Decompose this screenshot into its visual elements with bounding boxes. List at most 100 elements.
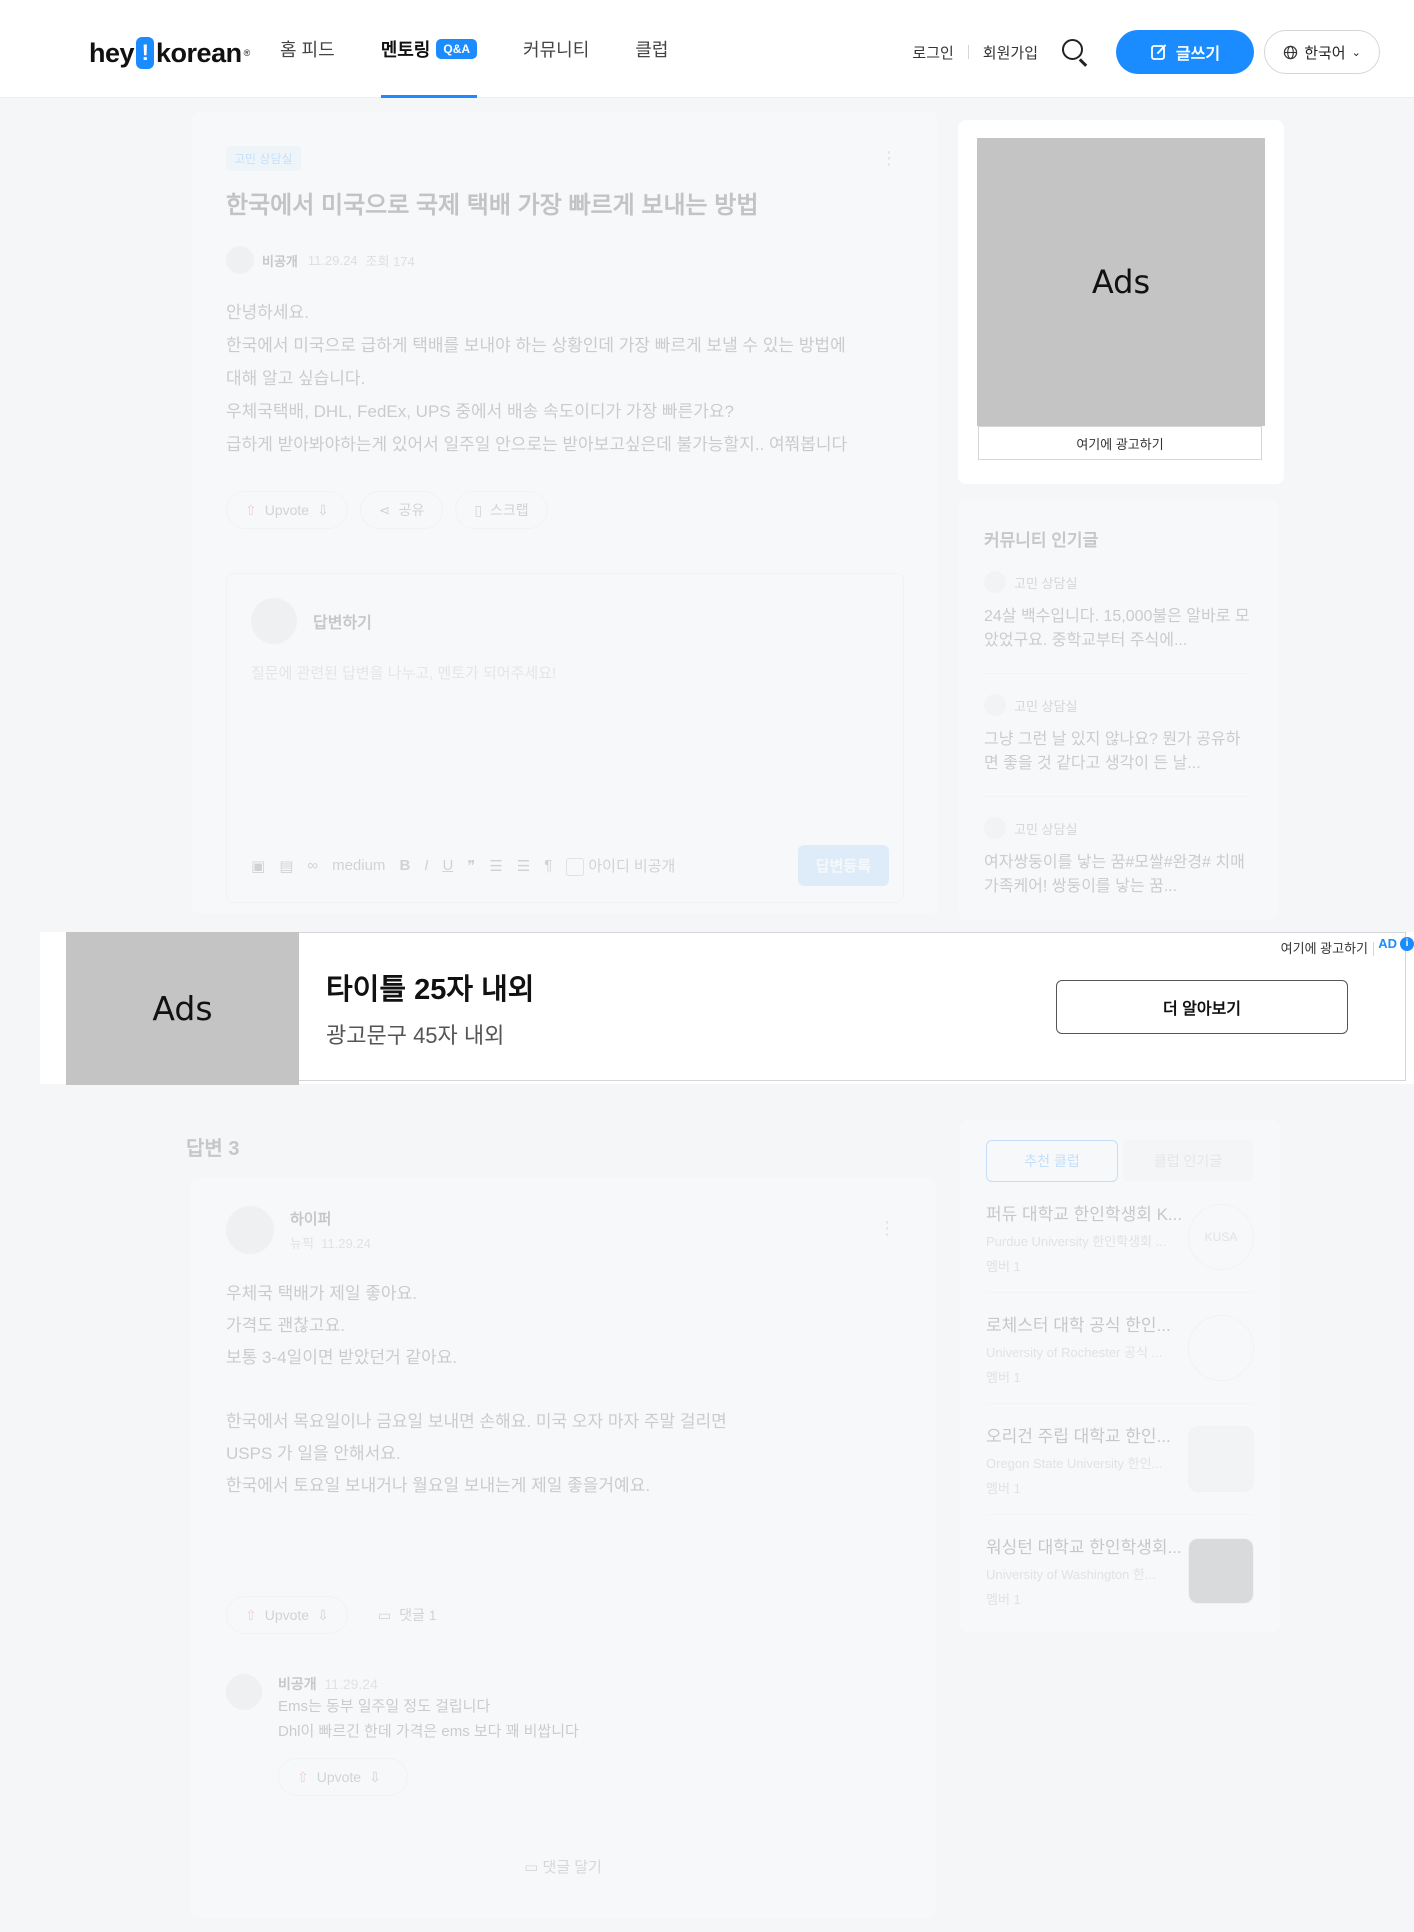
- top-header: hey! korean ® 홈 피드 멘토링 Q&A 커뮤니티 클럽 로그인 회원가입…: [0, 0, 1414, 98]
- tab-recommended-clubs[interactable]: 추천 클럽: [986, 1140, 1119, 1182]
- author-level: 뉴픽: [290, 1236, 314, 1251]
- share-button[interactable]: ⋖ 공유: [359, 491, 444, 529]
- signup-link[interactable]: 회원가입: [983, 42, 1038, 63]
- question-card: 고민 상담실 ⋮ 한국에서 미국으로 국제 택배 가장 빠르게 보내는 방법 비…: [192, 112, 938, 914]
- answer-form-title: 답변하기: [313, 615, 372, 632]
- side-ad-image[interactable]: Ads: [977, 138, 1265, 426]
- banner-advertise-link[interactable]: 여기에 광고하기: [1281, 938, 1368, 957]
- language-select[interactable]: 한국어 ⌄: [1264, 30, 1380, 74]
- write-button[interactable]: 글쓰기: [1116, 30, 1254, 74]
- post-date: 11.29.24: [324, 1676, 378, 1692]
- submit-answer-button[interactable]: 답변등록: [797, 845, 889, 886]
- avatar: [226, 246, 254, 274]
- editor-toolbar: ▣ ▤ ∞ medium B I U ❞ ☰ ☰ ¶ 아이디 비공개 답변등록: [251, 845, 889, 886]
- arrow-up-icon: ⇧: [297, 1768, 309, 1785]
- avatar: [251, 598, 297, 644]
- comment-icon: ▭: [524, 1859, 543, 1876]
- ordered-list-icon[interactable]: ☰: [489, 857, 502, 875]
- arrow-down-icon[interactable]: ⇩: [317, 502, 329, 519]
- nav-community[interactable]: 커뮤니티: [523, 0, 589, 98]
- club-item[interactable]: 워싱턴 대학교 한인학생회... University of Washington…: [986, 1515, 1254, 1626]
- qa-badge: Q&A: [436, 39, 478, 59]
- author-name: 하이퍼: [290, 1211, 332, 1228]
- font-size-select[interactable]: medium: [332, 857, 385, 874]
- scrap-button[interactable]: ▯ 스크랩: [455, 491, 548, 529]
- answer-actions: ⇧ Upvote ⇩ ▭ 댓글 1: [226, 1596, 900, 1634]
- list-item[interactable]: 고민 상담실 24살 백수입니다. 15,000불은 알바로 모았었구요. 중학…: [984, 571, 1252, 674]
- category-icon: [984, 571, 1006, 593]
- comment: 비공개 11.29.24 Ems는 동부 일주일 정도 걸립니다 Dhl이 빠르…: [226, 1674, 900, 1796]
- list-item[interactable]: 고민 상담실 여자쌍둥이를 낳는 꿈#모쌀#완경# 치매가족케어! 쌍둥이를 낳…: [984, 817, 1252, 919]
- nav-home-feed[interactable]: 홈 피드: [280, 0, 335, 98]
- image-icon[interactable]: ▣: [251, 857, 265, 875]
- italic-icon[interactable]: I: [424, 857, 428, 874]
- login-link[interactable]: 로그인: [912, 42, 953, 63]
- ad-badge[interactable]: AD i: [1378, 936, 1414, 951]
- avatar: [226, 1674, 262, 1710]
- club-logo: [1188, 1426, 1254, 1492]
- nav-mentoring[interactable]: 멘토링 Q&A: [380, 0, 478, 98]
- view-count: 조회 174: [365, 253, 415, 269]
- question-title: 한국에서 미국으로 국제 택배 가장 빠르게 보내는 방법: [226, 192, 759, 219]
- list-item[interactable]: 고민 상담실 그냥 그런 날 있지 않나요? 뭔가 공유하면 좋을 것 같다고 …: [984, 694, 1252, 797]
- more-icon[interactable]: ⋮: [878, 1218, 896, 1239]
- main-nav: 홈 피드 멘토링 Q&A 커뮤니티 클럽: [280, 0, 714, 98]
- tab-club-popular[interactable]: 클럽 인기글: [1122, 1140, 1254, 1182]
- header-actions: 로그인 회원가입 글쓰기 한국어 ⌄: [912, 30, 1380, 74]
- avatar: [226, 1206, 274, 1254]
- club-logo: [1188, 1537, 1254, 1604]
- nav-club[interactable]: 클럽: [635, 0, 668, 98]
- author-name: 비공개: [262, 253, 298, 269]
- clubs-card: 추천 클럽 클럽 인기글 퍼듀 대학교 한인학생회 K... Purdue Uni…: [960, 1120, 1280, 1632]
- club-item[interactable]: 오리건 주립 대학교 한인... Oregon State University …: [986, 1404, 1254, 1515]
- more-icon[interactable]: ⋮: [880, 148, 898, 169]
- anonymous-checkbox[interactable]: 아이디 비공개: [566, 855, 675, 877]
- banner-ad: Ads 타이틀 25자 내외 광고문구 45자 내외 더 알아보기 여기에 광고…: [40, 932, 1414, 1085]
- link-icon[interactable]: ∞: [307, 857, 318, 874]
- bullet-list-icon[interactable]: ☰: [517, 857, 530, 875]
- edit-icon: [1151, 44, 1166, 60]
- underline-icon[interactable]: U: [442, 857, 453, 874]
- divider: [967, 45, 969, 59]
- popular-posts-card: 커뮤니티 인기글 고민 상담실 24살 백수입니다. 15,000불은 알바로 …: [958, 500, 1278, 920]
- question-actions: ⇧ Upvote ⇩ ⋖ 공유 ▯ 스크랩: [226, 491, 904, 529]
- banner-ad-description: 광고문구 45자 내외: [326, 1023, 505, 1048]
- club-item[interactable]: 로체스터 대학 공식 한인... University of Rochester …: [986, 1293, 1254, 1404]
- answer-input[interactable]: 질문에 관련된 답변을 나누고, 멘토가 되어주세요!: [227, 644, 903, 701]
- banner-ad-title[interactable]: 타이틀 25자 내외: [326, 966, 534, 1008]
- chevron-down-icon: ⌄: [1351, 46, 1361, 59]
- bold-icon[interactable]: B: [399, 857, 410, 874]
- club-logo: KUSA: [1188, 1204, 1254, 1270]
- comments-button[interactable]: ▭ 댓글 1: [360, 1596, 455, 1634]
- paragraph-icon[interactable]: ¶: [544, 857, 552, 874]
- info-icon: i: [1400, 936, 1414, 951]
- learn-more-button[interactable]: 더 알아보기: [1056, 980, 1348, 1034]
- globe-icon: [1283, 45, 1298, 59]
- answer-body: 우체국 택배가 제일 좋아요. 가격도 괜찮고요. 보통 3-4일이면 받았던거…: [226, 1284, 727, 1495]
- arrow-up-icon: ⇧: [245, 501, 257, 518]
- video-icon[interactable]: ▤: [279, 857, 293, 875]
- site-logo[interactable]: hey! korean ®: [89, 34, 250, 72]
- club-logo: [1188, 1315, 1254, 1381]
- upvote-button[interactable]: ⇧ Upvote ⇩: [226, 491, 348, 529]
- question-meta: 비공개 11.29.24 조회 174: [226, 246, 904, 274]
- quote-icon[interactable]: ❞: [467, 857, 475, 875]
- banner-ad-image[interactable]: Ads: [66, 932, 299, 1085]
- upvote-button[interactable]: ⇧ Upvote ⇩: [278, 1758, 408, 1796]
- category-tag[interactable]: 고민 상담실: [226, 146, 301, 171]
- club-item[interactable]: 퍼듀 대학교 한인학생회 K... Purdue University 한인학생회…: [986, 1182, 1254, 1293]
- share-icon: ⋖: [378, 501, 391, 518]
- arrow-up-icon: ⇧: [245, 1606, 257, 1623]
- search-icon[interactable]: [1060, 37, 1090, 67]
- post-date: 11.29.24: [307, 252, 358, 268]
- club-tabs: 추천 클럽 클럽 인기글: [986, 1140, 1254, 1182]
- upvote-button[interactable]: ⇧ Upvote ⇩: [226, 1596, 348, 1634]
- bookmark-icon: ▯: [474, 501, 483, 518]
- logo-mark: !: [136, 37, 155, 69]
- arrow-down-icon[interactable]: ⇩: [317, 1607, 329, 1624]
- arrow-down-icon[interactable]: ⇩: [369, 1769, 381, 1786]
- comment-icon: ▭: [377, 1606, 392, 1623]
- side-ad-advertise-link[interactable]: 여기에 광고하기: [978, 426, 1262, 460]
- question-body: 안녕하세요. 한국에서 미국으로 급하게 택배를 보내야 하는 상황인데 가장 …: [226, 303, 848, 454]
- add-comment-button[interactable]: ▭ 댓글 달기: [226, 1856, 900, 1877]
